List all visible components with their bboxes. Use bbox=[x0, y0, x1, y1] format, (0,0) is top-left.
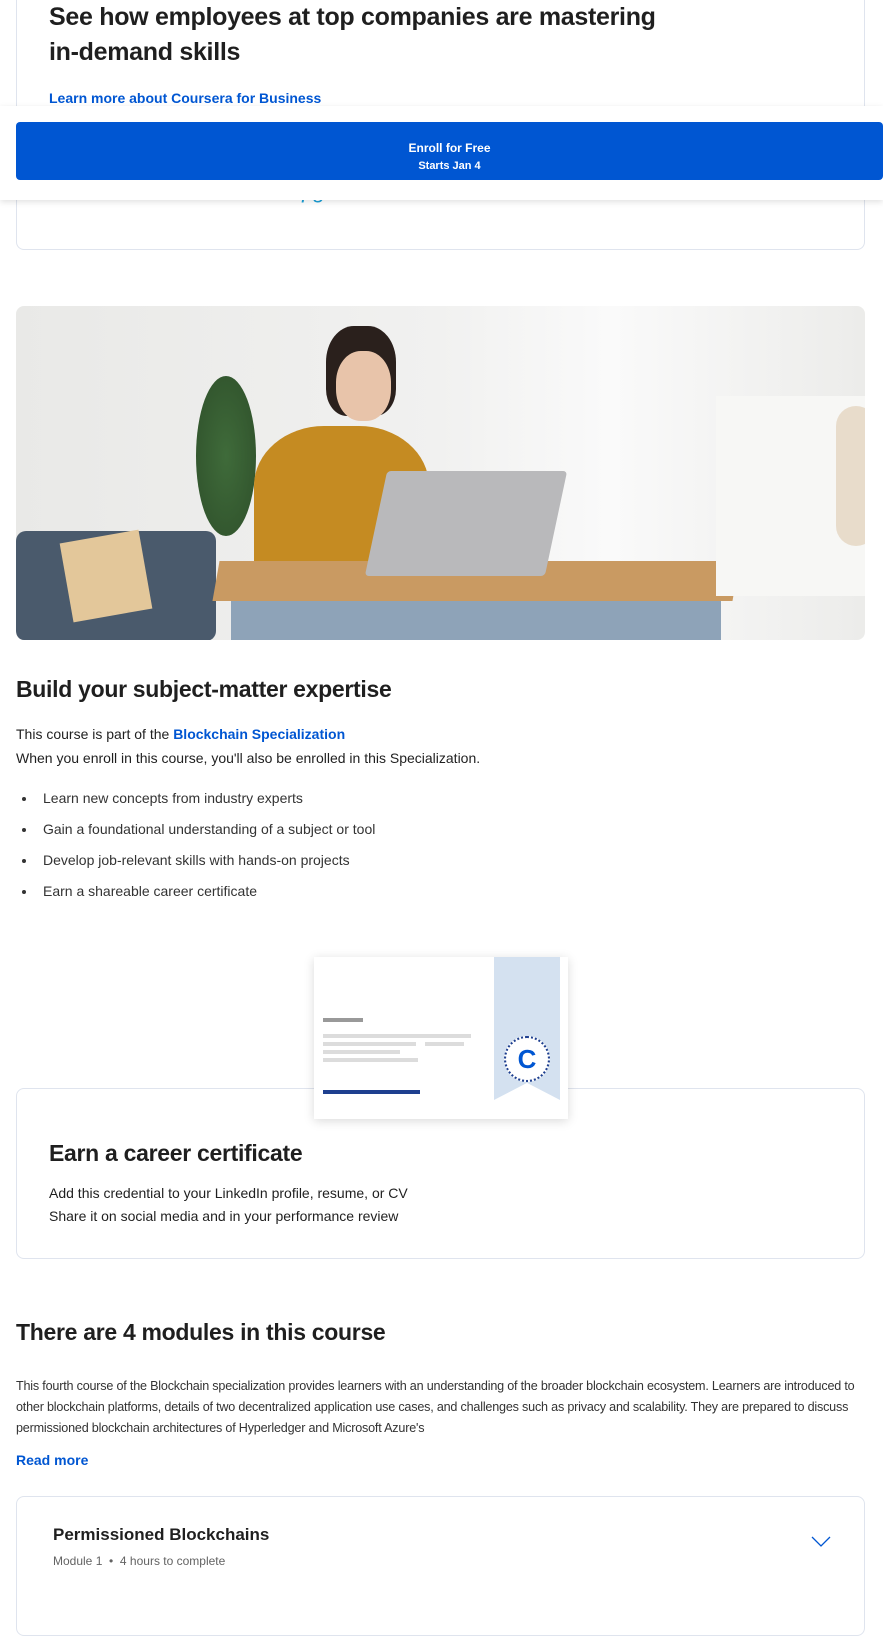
list-item: Gain a foundational understanding of a s… bbox=[16, 821, 375, 852]
list-item: Earn a shareable career certificate bbox=[16, 883, 375, 914]
enroll-start-date: Starts Jan 4 bbox=[418, 160, 481, 172]
sticky-enroll-bar: Enroll for Free Starts Jan 4 bbox=[0, 106, 883, 200]
module-number: Module 1 bbox=[53, 1554, 103, 1568]
coursera-badge-icon: C bbox=[504, 1036, 550, 1082]
chevron-down-icon[interactable] bbox=[811, 1535, 831, 1547]
modules-heading: There are 4 modules in this course bbox=[16, 1319, 386, 1345]
read-more-link[interactable]: Read more bbox=[16, 1452, 88, 1468]
module-card[interactable]: Permissioned Blockchains Module 1 • 4 ho… bbox=[16, 1496, 865, 1636]
list-item: Learn new concepts from industry experts bbox=[16, 790, 375, 821]
badge-letter: C bbox=[517, 1044, 537, 1074]
coursera-business-link[interactable]: Learn more about Coursera for Business bbox=[49, 90, 321, 106]
certificate-line-2: Share it on social media and in your per… bbox=[49, 1208, 399, 1224]
specialization-note: This course is part of the Blockchain Sp… bbox=[16, 726, 345, 742]
enroll-button[interactable]: Enroll for Free Starts Jan 4 bbox=[16, 122, 883, 180]
specialization-link[interactable]: Blockchain Specialization bbox=[173, 726, 345, 742]
business-heading: See how employees at top companies are m… bbox=[49, 3, 656, 66]
expertise-heading: Build your subject-matter expertise bbox=[16, 676, 392, 702]
certificate-line-1: Add this credential to your LinkedIn pro… bbox=[49, 1185, 408, 1201]
module-duration: 4 hours to complete bbox=[119, 1554, 226, 1568]
learner-photo bbox=[16, 306, 865, 640]
enroll-note: When you enroll in this course, you'll a… bbox=[16, 750, 481, 766]
module-title: Permissioned Blockchains bbox=[53, 1525, 270, 1544]
enroll-label: Enroll for Free bbox=[408, 141, 491, 155]
modules-description: This fourth course of the Blockchain spe… bbox=[16, 1379, 855, 1435]
benefits-list: Learn new concepts from industry experts… bbox=[16, 790, 375, 914]
list-item: Develop job-relevant skills with hands-o… bbox=[16, 852, 375, 883]
module-meta: Module 1 • 4 hours to complete bbox=[53, 1554, 226, 1568]
certificate-heading: Earn a career certificate bbox=[49, 1140, 303, 1166]
part-of-text: This course is part of the bbox=[16, 726, 174, 742]
certificate-illustration: C bbox=[314, 957, 568, 1119]
